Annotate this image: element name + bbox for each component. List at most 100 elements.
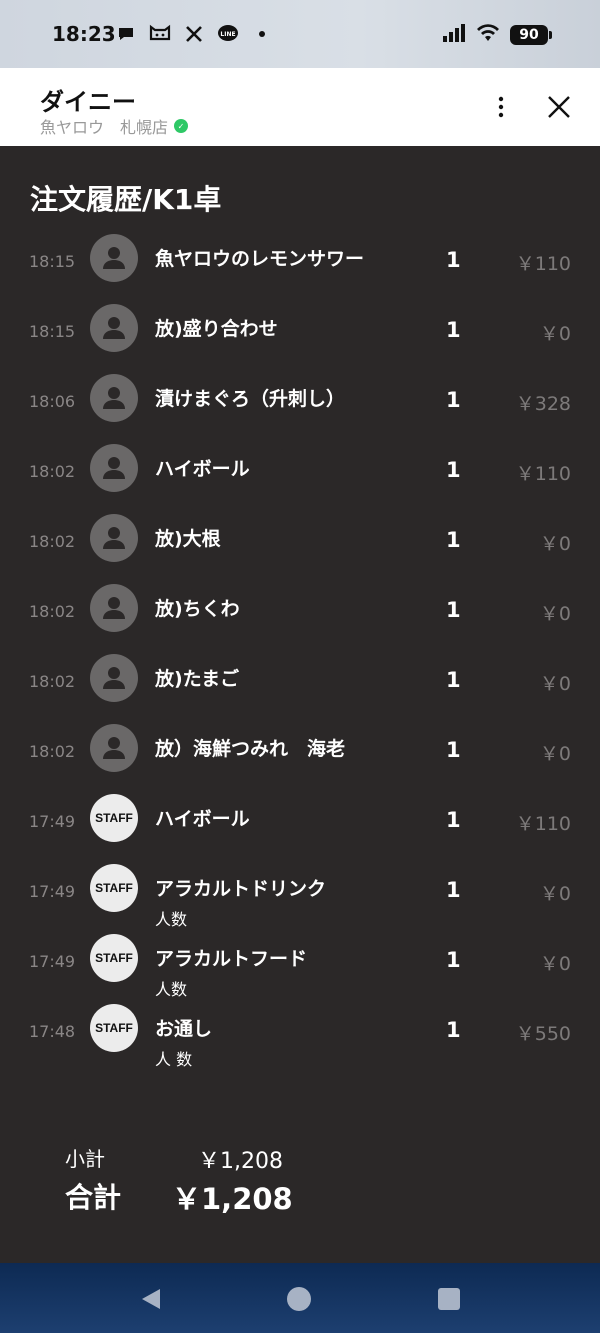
line-icon: LINE: [216, 22, 240, 46]
close-icon: [548, 96, 570, 118]
order-row: 17:49 STAFF アラカルトドリンク 人数 1 ￥0: [0, 864, 600, 934]
order-item-note: 人数: [155, 910, 188, 929]
order-time: 18:15: [29, 252, 76, 271]
order-row: 18:02 放)たまご 1 ￥0: [0, 654, 600, 724]
order-item-name: お通し: [155, 1018, 213, 1040]
order-price: ￥110: [515, 463, 571, 485]
app-header: ダイニー 魚ヤロウ 札幌店 ✓: [0, 68, 600, 146]
staff-avatar: STAFF: [90, 794, 138, 842]
order-quantity: 1: [446, 948, 461, 972]
order-item-name: 放)大根: [155, 528, 221, 550]
order-price: ￥328: [515, 393, 571, 415]
order-item-name: 放)盛り合わせ: [155, 318, 278, 340]
signal-icon: [442, 23, 466, 47]
order-quantity: 1: [446, 668, 461, 692]
order-price: ￥0: [539, 533, 571, 555]
store-subtitle: 魚ヤロウ 札幌店 ✓: [40, 114, 189, 138]
back-button[interactable]: [140, 1287, 162, 1315]
store-name: 魚ヤロウ 札幌店: [40, 118, 169, 137]
order-time: 18:02: [29, 462, 76, 481]
dot-icon: [250, 22, 274, 46]
staff-avatar: STAFF: [90, 1004, 138, 1052]
verified-badge-icon: ✓: [174, 119, 189, 133]
order-time: 18:06: [29, 392, 76, 411]
person-avatar-icon: [90, 584, 138, 632]
order-price: ￥0: [539, 323, 571, 345]
order-price: ￥0: [539, 673, 571, 695]
order-quantity: 1: [446, 318, 461, 342]
order-time: 18:15: [29, 322, 76, 341]
order-item-name: 放)ちくわ: [155, 598, 240, 620]
order-time: 17:48: [29, 1022, 76, 1041]
order-price: ￥550: [515, 1023, 571, 1045]
person-avatar-icon: [90, 514, 138, 562]
total-value: ￥1,208: [172, 1182, 293, 1216]
status-right: 90: [442, 23, 552, 47]
order-quantity: 1: [446, 1018, 461, 1042]
svg-text:LINE: LINE: [220, 31, 235, 38]
order-history-panel: 注文履歴/K1卓 18:15 魚ヤロウのレモンサワー 1 ￥110 18:15 放)盛り合…: [0, 146, 600, 1263]
order-item-name: ハイボール: [155, 458, 250, 480]
cat-icon: [148, 22, 172, 46]
order-row: 18:02 放)ちくわ 1 ￥0: [0, 584, 600, 654]
status-app-icons: LINE: [114, 22, 274, 46]
order-row: 18:02 放）海鮮つみれ 海老 1 ￥0: [0, 724, 600, 794]
status-time: 18:23: [52, 22, 116, 46]
order-row: 17:48 STAFF お通し人 数 1 ￥550: [0, 1004, 600, 1074]
battery-icon: 90: [510, 25, 552, 45]
status-bar: 18:23 LINE 90: [0, 0, 600, 68]
order-quantity: 1: [446, 738, 461, 762]
order-item-name: 放）海鮮つみれ 海老: [155, 738, 346, 760]
total-label: 合計: [65, 1181, 122, 1214]
order-item-note: 人数: [155, 980, 188, 999]
person-avatar-icon: [90, 444, 138, 492]
order-time: 18:02: [29, 672, 76, 691]
order-quantity: 1: [446, 248, 461, 272]
page-title: 注文履歴/K1卓: [30, 183, 222, 216]
staff-avatar: STAFF: [90, 934, 138, 982]
staff-avatar: STAFF: [90, 864, 138, 912]
order-quantity: 1: [446, 528, 461, 552]
order-item-name: アラカルトフード: [155, 948, 308, 970]
subtotal-label: 小計: [65, 1147, 105, 1171]
order-quantity: 1: [446, 808, 461, 832]
close-button[interactable]: [542, 90, 576, 124]
person-avatar-icon: [90, 654, 138, 702]
system-nav-bar: [0, 1263, 600, 1333]
more-options-button[interactable]: [486, 92, 516, 122]
order-time: 18:02: [29, 602, 76, 621]
order-time: 18:02: [29, 532, 76, 551]
order-price: ￥110: [515, 813, 571, 835]
order-row: 18:02 ハイボール 1 ￥110: [0, 444, 600, 514]
order-time: 17:49: [29, 952, 76, 971]
order-item-name: 魚ヤロウのレモンサワー: [155, 248, 365, 270]
order-row: 17:49 STAFF ハイボール 1 ￥110: [0, 794, 600, 864]
order-item-name: 漬けまぐろ（升刺し）: [155, 388, 346, 410]
order-price: ￥110: [515, 253, 571, 275]
recent-apps-button[interactable]: [438, 1288, 460, 1310]
order-row: 18:02 放)大根 1 ￥0: [0, 514, 600, 584]
x-icon: [182, 22, 206, 46]
back-triangle-icon: [142, 1289, 160, 1309]
app-title: ダイニー: [40, 88, 136, 116]
order-price: ￥0: [539, 953, 571, 975]
person-avatar-icon: [90, 234, 138, 282]
subtotal-value: ￥1,208: [198, 1149, 283, 1174]
order-row: 18:15 魚ヤロウのレモンサワー 1 ￥110: [0, 234, 600, 304]
more-vert-icon: [498, 96, 504, 118]
order-time: 18:02: [29, 742, 76, 761]
person-avatar-icon: [90, 724, 138, 772]
order-quantity: 1: [446, 878, 461, 902]
order-item-name: アラカルトドリンク: [155, 878, 327, 900]
order-quantity: 1: [446, 598, 461, 622]
order-quantity: 1: [446, 388, 461, 412]
order-price: ￥0: [539, 603, 571, 625]
home-button[interactable]: [287, 1287, 311, 1311]
order-item-name: ハイボール: [155, 808, 250, 830]
wifi-icon: [476, 23, 500, 47]
chat-bubble-icon: [114, 22, 138, 46]
order-price: ￥0: [539, 883, 571, 905]
order-row: 18:15 放)盛り合わせ 1 ￥0: [0, 304, 600, 374]
order-item-name: 放)たまご: [155, 668, 240, 690]
order-quantity: 1: [446, 458, 461, 482]
